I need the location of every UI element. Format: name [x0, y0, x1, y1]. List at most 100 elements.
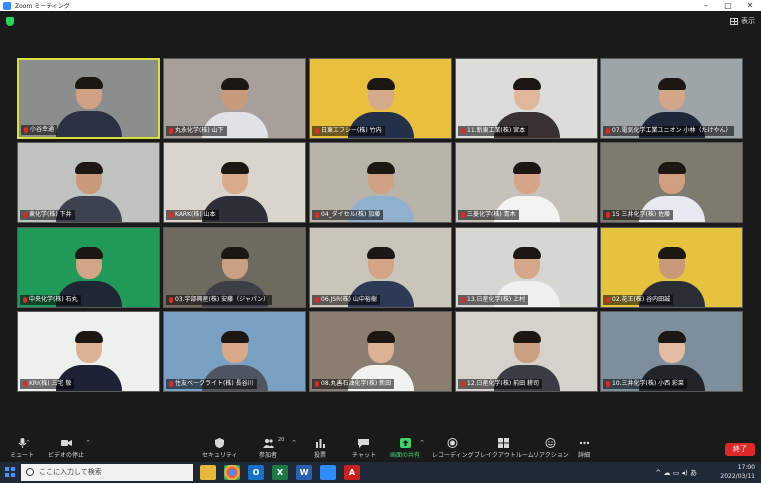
encryption-shield-icon[interactable]: [6, 17, 14, 26]
muted-mic-icon: [169, 212, 173, 218]
muted-mic-icon: [461, 212, 465, 218]
record-icon: [447, 438, 458, 448]
muted-mic-icon: [169, 128, 173, 134]
participant-tile[interactable]: 13.日産化学(株) 上村: [455, 227, 598, 308]
participant-name-label: 12.日産化学(株) 前田 耕司: [458, 379, 543, 389]
windows-start-icon[interactable]: [5, 467, 15, 477]
maximize-button[interactable]: ▢: [717, 0, 739, 11]
taskbar-clock[interactable]: 17:00 2022/03/11: [720, 463, 755, 481]
participant-tile[interactable]: 三菱化学(株) 青木: [455, 142, 598, 223]
participant-tile[interactable]: 11.新東工業(株) 宮本: [455, 58, 598, 139]
muted-mic-icon: [169, 381, 173, 387]
participant-tile[interactable]: 住友ベークライト(株) 長谷川: [163, 311, 306, 392]
participant-face: [657, 331, 686, 363]
participants-button[interactable]: 参加者: [259, 438, 277, 459]
participant-face: [657, 162, 686, 194]
zoom-taskbar-icon[interactable]: [320, 465, 336, 480]
more-button[interactable]: 詳細: [578, 438, 590, 459]
participant-hair: [657, 78, 686, 90]
taskbar-search-input[interactable]: ここに入力して検索: [21, 464, 193, 481]
participant-face: [220, 247, 249, 279]
participant-name-label: 15 三井化学(株) 佐藤: [603, 210, 674, 220]
participant-tile[interactable]: 12.日産化学(株) 前田 耕司: [455, 311, 598, 392]
participant-tile[interactable]: 08.丸善石油化学(株) 新田: [309, 311, 452, 392]
share-screen-button[interactable]: 画面の共有: [390, 438, 420, 459]
video-button[interactable]: ビデオの停止: [48, 438, 84, 459]
participant-tile[interactable]: 15 三井化学(株) 佐藤: [600, 142, 743, 223]
mute-options-chevron-icon[interactable]: ^: [26, 440, 30, 446]
acrobat-icon[interactable]: A: [344, 465, 360, 480]
participant-name-label: 10.三井化学(株) 小西 彩菜: [603, 379, 688, 389]
video-options-chevron-icon[interactable]: ^: [86, 440, 90, 446]
muted-mic-icon: [461, 381, 465, 387]
participant-face: [366, 162, 395, 194]
muted-mic-icon: [23, 381, 27, 387]
muted-mic-icon: [461, 128, 465, 134]
participant-face: [74, 331, 103, 363]
participant-tile[interactable]: 10.三井化学(株) 小西 彩菜: [600, 311, 743, 392]
participant-tile[interactable]: 日東エフシー(株) 竹内: [309, 58, 452, 139]
participant-tile[interactable]: KRI(株) 三宅 敬: [17, 311, 160, 392]
participant-tile[interactable]: 丸永化学(株) 山下: [163, 58, 306, 139]
participant-name-label: 07.電気化学工業ユニオン 小林（たけやん）: [603, 126, 735, 136]
polls-icon: [315, 439, 325, 448]
participant-tile[interactable]: 02.花王(株) 谷内田誠: [600, 227, 743, 308]
share-screen-icon: [399, 438, 411, 448]
participant-face: [220, 78, 249, 110]
excel-icon[interactable]: X: [272, 465, 288, 480]
participants-options-chevron-icon[interactable]: ^: [292, 440, 296, 446]
minimize-button[interactable]: –: [695, 0, 717, 11]
muted-mic-icon: [315, 381, 319, 387]
polls-button[interactable]: 投票: [314, 438, 326, 459]
participant-name-label: 東化学(株) 下井: [20, 210, 75, 220]
participant-tile[interactable]: 06.JSR(株) 山中裕樹: [309, 227, 452, 308]
record-button[interactable]: レコーディング: [432, 438, 474, 459]
participant-hair: [220, 78, 249, 90]
participant-face: [512, 162, 541, 194]
system-tray-icons[interactable]: ^ ☁ ▭ ◂) あ: [655, 468, 697, 478]
participant-face: [220, 162, 249, 194]
participant-tile[interactable]: 03.宇部興産(株) 安藤（ジャパン）: [163, 227, 306, 308]
video-gallery: 表示 小谷幸通 丸永化学(株) 山下 日東エフシー(株) 竹内 11.新東工業(株) …: [0, 11, 761, 436]
muted-mic-icon: [23, 297, 27, 303]
muted-mic-icon: [606, 297, 610, 303]
word-icon[interactable]: W: [296, 465, 312, 480]
outlook-icon[interactable]: O: [248, 465, 264, 480]
participant-body: [55, 111, 122, 137]
participant-tile[interactable]: 07.電気化学工業ユニオン 小林（たけやん）: [600, 58, 743, 139]
participant-name-label: KARK(株) 山本: [166, 210, 219, 220]
breakout-rooms-button[interactable]: ブレイクアウトルーム: [474, 438, 534, 459]
participant-hair: [366, 78, 395, 90]
chrome-icon[interactable]: [224, 465, 240, 480]
reactions-button[interactable]: リアクション: [533, 438, 569, 459]
muted-mic-icon: [169, 297, 173, 303]
participant-hair: [366, 162, 395, 174]
muted-mic-icon: [315, 297, 319, 303]
muted-mic-icon: [23, 212, 27, 218]
participant-tile[interactable]: 04_ダイセル(株) 加藤: [309, 142, 452, 223]
participant-tile[interactable]: 中央化学(株) 石丸: [17, 227, 160, 308]
participant-hair: [220, 247, 249, 259]
participant-face: [74, 77, 103, 109]
close-button[interactable]: ✕: [739, 0, 761, 11]
participant-tile[interactable]: KARK(株) 山本: [163, 142, 306, 223]
participant-tile[interactable]: 小谷幸通: [17, 58, 160, 139]
participant-face: [512, 331, 541, 363]
participant-tile[interactable]: 東化学(株) 下井: [17, 142, 160, 223]
chat-button[interactable]: チャット: [352, 438, 376, 459]
mute-button[interactable]: ミュート: [10, 438, 34, 459]
participant-face: [657, 247, 686, 279]
participant-hair: [512, 78, 541, 90]
participant-hair: [366, 247, 395, 259]
file-explorer-icon[interactable]: [200, 465, 216, 480]
breakout-rooms-icon: [498, 438, 510, 448]
participant-face: [366, 247, 395, 279]
participant-name-label: 丸永化学(株) 山下: [166, 126, 227, 136]
security-button[interactable]: セキュリティ: [202, 438, 238, 459]
participant-face: [366, 78, 395, 110]
end-meeting-button[interactable]: 終了: [725, 443, 755, 456]
share-options-chevron-icon[interactable]: ^: [420, 440, 424, 446]
participant-hair: [220, 331, 249, 343]
view-button[interactable]: 表示: [730, 16, 755, 26]
search-icon: [26, 468, 34, 476]
